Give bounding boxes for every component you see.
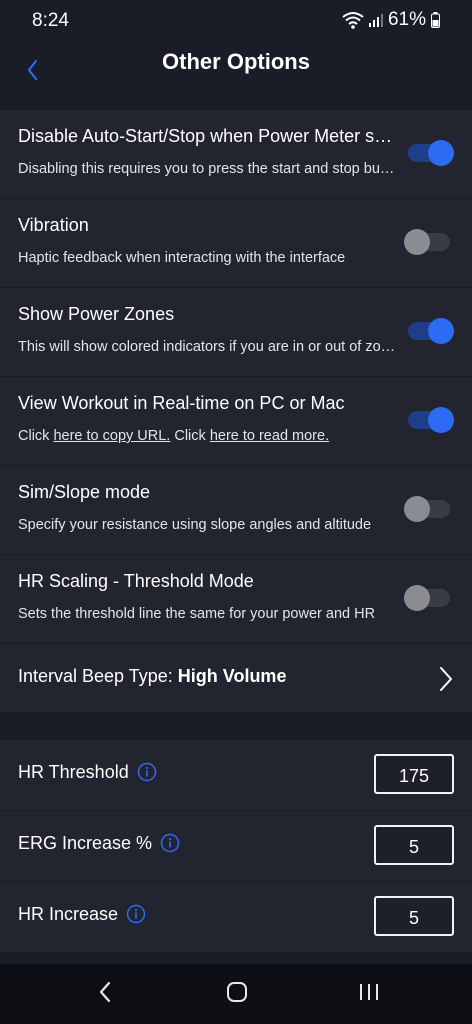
toggle-row-sim-slope: Sim/Slope mode Specify your resistance u… [0, 466, 472, 555]
battery-percent: 61% [387, 9, 426, 30]
hr-increase-row: HR Increase 5 [0, 882, 472, 953]
toggle-row-power-zones: Show Power Zones This will show colored … [0, 288, 472, 377]
battery-icon [431, 12, 440, 28]
hr-increase-input[interactable]: 5 [374, 896, 454, 936]
toggle-knob [428, 407, 454, 433]
toggle-row-vibration: Vibration Haptic feedback when interacti… [0, 199, 472, 288]
row-title: Disable Auto-Start/Stop when Power Meter… [18, 126, 394, 146]
row-description: Specify your resistance using slope angl… [18, 517, 372, 533]
toggle-knob [404, 496, 430, 522]
erg-increase-label: ERG Increase % [18, 833, 180, 854]
status-time: 8:24 [32, 10, 69, 31]
interval-beep-row[interactable]: Interval Beep Type: High Volume [0, 644, 472, 712]
row-title: View Workout in Real-time on PC or Mac [18, 393, 345, 413]
vibration-toggle[interactable] [404, 229, 450, 255]
row-description: This will show colored indicators if you… [18, 339, 396, 355]
page-title: Other Options [162, 49, 310, 74]
toggle-knob [428, 140, 454, 166]
info-icon[interactable] [126, 904, 146, 924]
toggle-knob [404, 229, 430, 255]
realtime-text-b: Click [170, 428, 210, 444]
row-description: Sets the threshold line the same for you… [18, 606, 376, 622]
hr-increase-label: HR Increase [18, 904, 146, 925]
erg-increase-row: ERG Increase % 5 [0, 811, 472, 882]
erg-increase-input[interactable]: 5 [374, 825, 454, 865]
row-title: HR Scaling - Threshold Mode [18, 571, 254, 591]
hr-scaling-toggle[interactable] [404, 585, 450, 611]
row-description: Disabling this requires you to press the… [18, 161, 396, 177]
realtime-text-a: Click [18, 428, 54, 444]
row-title: Vibration [18, 215, 89, 235]
row-label: ERG Increase % [18, 833, 153, 853]
copy-url-link[interactable]: here to copy URL. [53, 428, 170, 444]
info-icon[interactable] [137, 762, 157, 782]
sim-slope-toggle[interactable] [404, 496, 450, 522]
realtime-toggle[interactable] [408, 407, 454, 433]
toggle-knob [404, 585, 430, 611]
toggle-row-realtime: View Workout in Real-time on PC or Mac C… [0, 377, 472, 466]
row-description: Click here to copy URL. Click here to re… [18, 428, 396, 444]
interval-beep-prefix: Interval Beep Type: [18, 666, 178, 686]
row-label: HR Increase [18, 904, 119, 924]
chevron-right-icon [440, 667, 452, 691]
recent-apps-icon[interactable] [356, 978, 382, 1006]
interval-beep-value: High Volume [177, 666, 287, 686]
toggle-section: Disable Auto-Start/Stop when Power Meter… [0, 110, 472, 712]
back-nav-icon[interactable] [94, 978, 116, 1006]
wifi-icon [342, 12, 364, 29]
status-icons: 61% [342, 9, 440, 31]
hr-threshold-row: HR Threshold 175 [0, 740, 472, 811]
row-label: HR Threshold [18, 762, 129, 782]
toggle-knob [428, 318, 454, 344]
row-title: Sim/Slope mode [18, 482, 151, 502]
toggle-row-hr-scaling: HR Scaling - Threshold Mode Sets the thr… [0, 555, 472, 644]
row-description: Haptic feedback when interacting with th… [18, 250, 346, 266]
info-icon[interactable] [160, 833, 180, 853]
system-nav-bar [0, 964, 472, 1024]
power-zones-toggle[interactable] [408, 318, 454, 344]
toggle-row-auto-start: Disable Auto-Start/Stop when Power Meter… [0, 110, 472, 199]
hr-threshold-input[interactable]: 175 [374, 754, 454, 794]
status-bar: 8:24 61% [0, 0, 472, 42]
numbers-section: HR Threshold 175 ERG Increase % 5 HR Inc… [0, 740, 472, 953]
auto-start-toggle[interactable] [408, 140, 454, 166]
header: Other Options [0, 42, 472, 96]
signal-icon [368, 14, 383, 27]
interval-beep-label: Interval Beep Type: High Volume [18, 666, 286, 687]
home-icon[interactable] [224, 978, 250, 1006]
read-more-link[interactable]: here to read more. [210, 428, 329, 444]
row-title: Show Power Zones [18, 304, 175, 324]
hr-threshold-label: HR Threshold [18, 762, 157, 783]
